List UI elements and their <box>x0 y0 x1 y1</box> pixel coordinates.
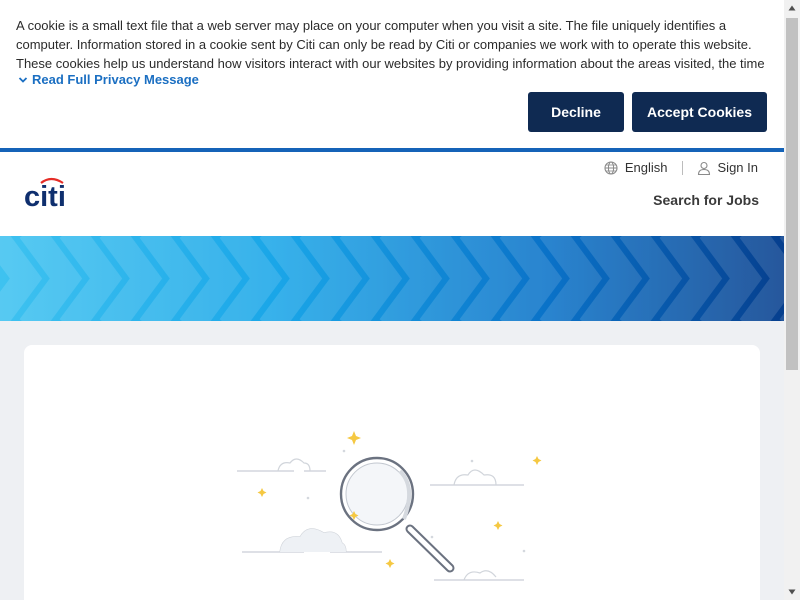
user-icon <box>697 161 710 175</box>
vertical-scrollbar[interactable] <box>784 0 800 600</box>
language-label: English <box>624 160 668 175</box>
sign-in-label: Sign In <box>717 160 758 175</box>
globe-icon <box>604 160 618 175</box>
site-header: citi English Sign In Search for Jobs <box>0 152 784 236</box>
utility-nav: English Sign In <box>604 160 758 175</box>
chevron-down-icon <box>18 76 28 83</box>
magnifying-glass-icon <box>237 431 542 581</box>
scroll-down-icon[interactable] <box>784 584 800 600</box>
content-card <box>24 345 760 600</box>
read-full-privacy-label: Read Full Privacy Message <box>32 72 199 87</box>
hero-banner <box>0 236 784 321</box>
citi-logo[interactable]: citi <box>24 174 76 210</box>
search-for-jobs-link[interactable]: Search for Jobs <box>653 192 759 208</box>
accept-cookies-button[interactable]: Accept Cookies <box>632 92 767 132</box>
sign-in-link[interactable]: Sign In <box>697 160 758 175</box>
language-selector[interactable]: English <box>604 160 668 175</box>
cookie-message: A cookie is a small text file that a web… <box>16 18 765 71</box>
nav-separator <box>681 160 683 175</box>
read-full-privacy-link[interactable]: Read Full Privacy Message <box>18 72 199 87</box>
scroll-thumb[interactable] <box>786 18 798 370</box>
cookie-banner: A cookie is a small text file that a web… <box>0 0 784 148</box>
decline-button[interactable]: Decline <box>528 92 624 132</box>
scroll-up-icon[interactable] <box>784 0 800 16</box>
logo-text: citi <box>24 181 66 210</box>
